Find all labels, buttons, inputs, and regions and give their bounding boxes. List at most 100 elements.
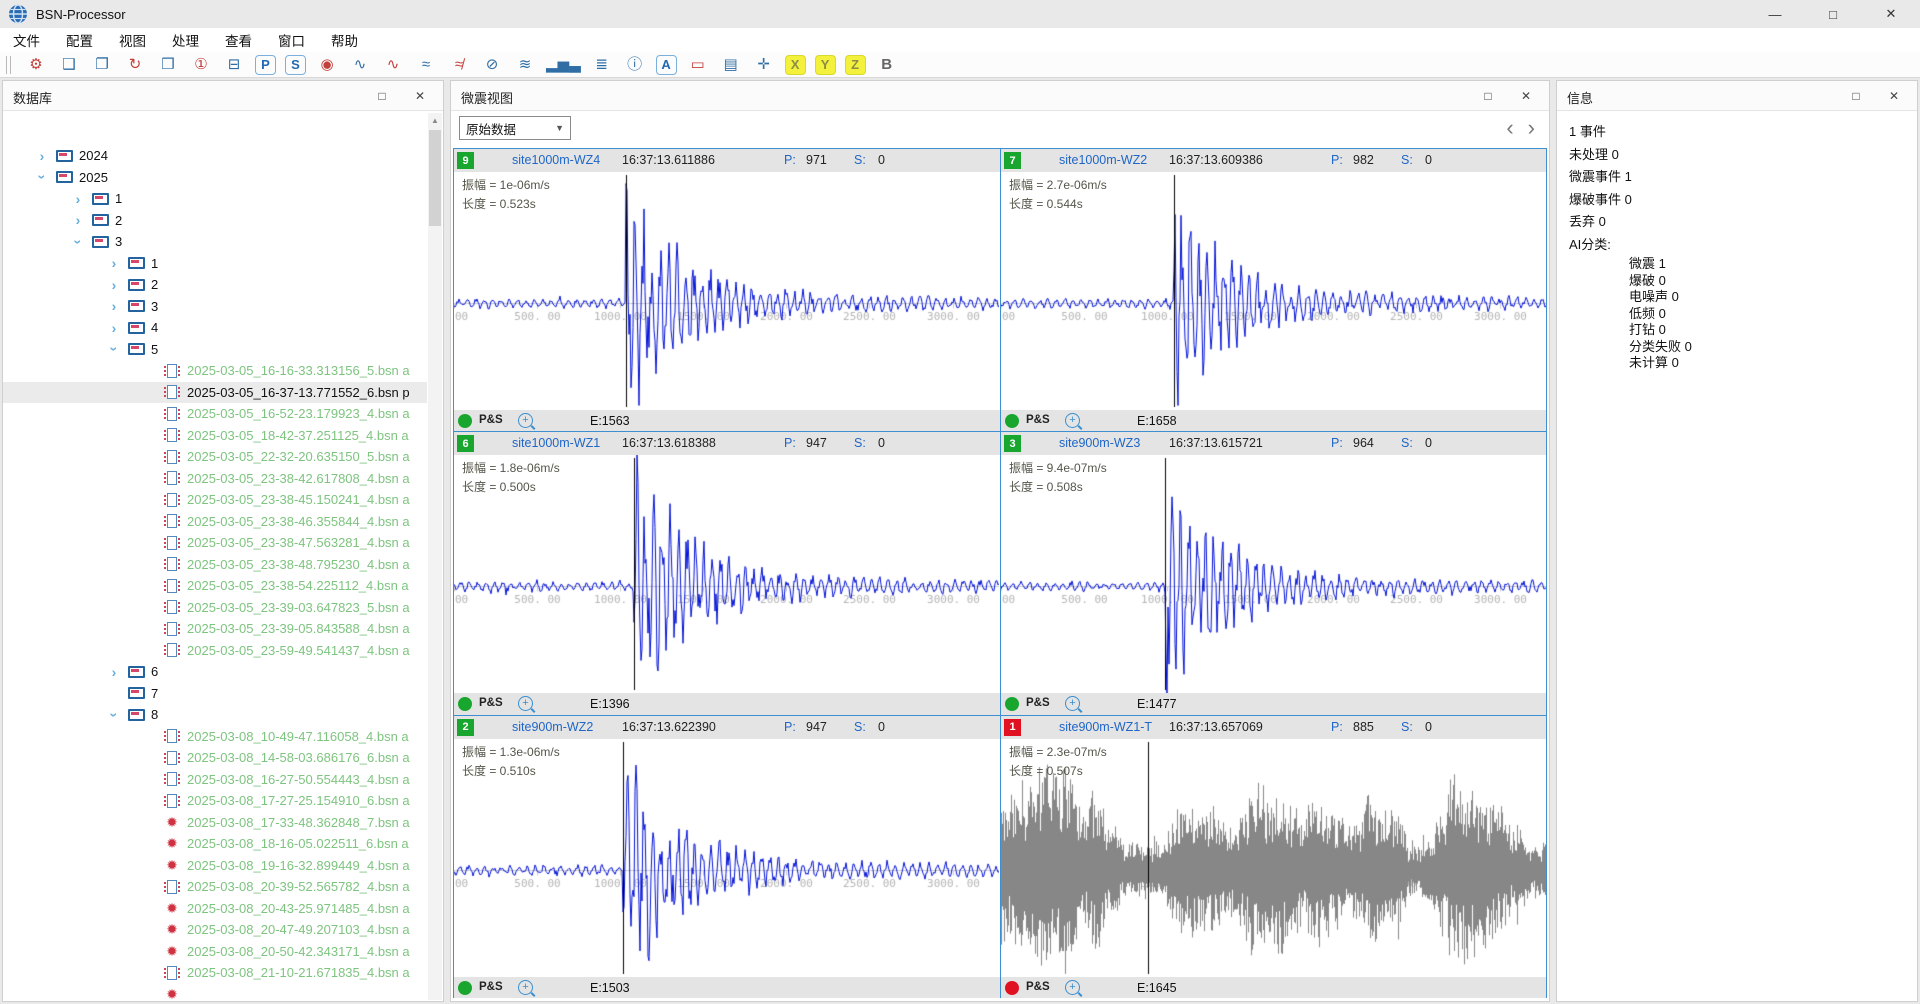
tree-folder-1[interactable]: ›1 [3, 188, 427, 210]
chevron-down-icon[interactable]: › [67, 234, 89, 250]
tree-file-row[interactable]: ✹2025-03-08_20-50-42.343171_4.bsn a [3, 941, 427, 963]
tree-file-row[interactable]: 2025-03-05_23-38-54.225112_4.bsn a [3, 575, 427, 597]
menu-item-3[interactable]: 处理 [159, 28, 212, 52]
info-panel-close-button[interactable]: ✕ [1875, 81, 1913, 111]
chevron-down-icon[interactable]: › [31, 169, 53, 185]
tree-file-row[interactable]: 2025-03-05_23-38-48.795230_4.bsn a [3, 554, 427, 576]
chevron-right-icon[interactable]: › [31, 148, 53, 164]
waveform-cell-header[interactable]: 9site1000m-WZ416:37:13.611886P:971S:0 [454, 149, 1000, 172]
waveform-cell-header[interactable]: 7site1000m-WZ216:37:13.609386P:982S:0 [1001, 149, 1546, 172]
tree-file-row[interactable]: 2025-03-08_21-10-21.671835_4.bsn a [3, 962, 427, 984]
tree-folder-7[interactable]: 7 [3, 683, 427, 705]
wave-band-icon[interactable]: ≈ [414, 54, 438, 76]
tree-file-row[interactable]: 2025-03-05_16-16-33.313156_5.bsn a [3, 360, 427, 382]
window-close-button[interactable]: ✕ [1862, 0, 1920, 28]
chevron-right-icon[interactable]: › [103, 320, 125, 336]
zoom-in-icon[interactable]: + [518, 696, 533, 711]
chevron-right-icon[interactable]: › [103, 277, 125, 293]
chevron-right-icon[interactable]: › [103, 664, 125, 680]
tree-folder-2[interactable]: ›2 [3, 274, 427, 296]
waveform-panel-maximize-button[interactable]: □ [1469, 81, 1507, 111]
axis-z-icon[interactable]: Z [845, 55, 866, 75]
waveform-cell-header[interactable]: 6site1000m-WZ116:37:13.618388P:947S:0 [454, 432, 1000, 455]
p-phase-icon[interactable]: P [255, 55, 276, 75]
tree-file-row[interactable]: 2025-03-08_17-27-25.154910_6.bsn a [3, 790, 427, 812]
annotate-a-icon[interactable]: A [656, 55, 677, 75]
menu-item-1[interactable]: 配置 [53, 28, 106, 52]
window-maximize-button[interactable]: □ [1804, 0, 1862, 28]
zoom-in-icon[interactable]: + [518, 413, 533, 428]
chevron-down-icon[interactable]: › [103, 341, 125, 357]
tree-file-row[interactable]: 2025-03-08_14-58-03.686176_6.bsn a [3, 747, 427, 769]
tree-file-row[interactable]: 2025-03-05_22-32-20.635150_5.bsn a [3, 446, 427, 468]
add-folder-icon[interactable]: ❑ [57, 54, 81, 76]
waveform-cell-header[interactable]: 2site900m-WZ216:37:13.622390P:947S:0 [454, 716, 1000, 739]
tree-file-row[interactable]: 2025-03-05_16-37-13.771552_6.bsn p [3, 382, 427, 404]
histogram-icon[interactable]: ▂▅▃ [546, 54, 581, 76]
save-icon[interactable]: ❒ [156, 54, 180, 76]
pick-p-wave-icon[interactable]: ∿ [348, 54, 372, 76]
tree-file-row[interactable]: 2025-03-05_23-59-49.541437_4.bsn a [3, 640, 427, 662]
tree-folder-5[interactable]: ›5 [3, 339, 427, 361]
spectrum-icon[interactable]: ≋ [513, 54, 537, 76]
tree-file-row[interactable]: 2025-03-05_23-38-46.355844_4.bsn a [3, 511, 427, 533]
open-folder-icon[interactable]: ❐ [90, 54, 114, 76]
tree-folder-3[interactable]: ›3 [3, 296, 427, 318]
window-minimize-button[interactable]: — [1746, 0, 1804, 28]
tree-file-row[interactable]: 2025-03-05_23-38-45.150241_4.bsn a [3, 489, 427, 511]
menu-item-2[interactable]: 视图 [106, 28, 159, 52]
chevron-down-icon[interactable]: › [103, 707, 125, 723]
tree-scrollbar[interactable]: ▲ [428, 113, 442, 1000]
tree-folder-4[interactable]: ›4 [3, 317, 427, 339]
tree-folder-2024[interactable]: ›2024 [3, 145, 427, 167]
tree-folder-2025[interactable]: ›2025 [3, 167, 427, 189]
menu-item-0[interactable]: 文件 [0, 28, 53, 52]
tree-file-row[interactable]: 2025-03-05_23-38-47.563281_4.bsn a [3, 532, 427, 554]
tree-folder-3[interactable]: ›3 [3, 231, 427, 253]
info-panel-maximize-button[interactable]: □ [1837, 81, 1875, 111]
scroll-up-icon[interactable]: ▲ [428, 113, 442, 128]
next-event-button[interactable]: › [1528, 113, 1535, 143]
tree-file-row[interactable]: ✹ [3, 984, 427, 1002]
menu-item-4[interactable]: 查看 [212, 28, 265, 52]
tree-folder-6[interactable]: ›6 [3, 661, 427, 683]
waveform-cell-header[interactable]: 3site900m-WZ316:37:13.615721P:964S:0 [1001, 432, 1546, 455]
prev-event-button[interactable]: ‹ [1506, 113, 1513, 143]
denoise-icon[interactable]: ≉ [447, 54, 471, 76]
tree-file-row[interactable]: ✹2025-03-08_18-16-05.022511_6.bsn a [3, 833, 427, 855]
info-icon[interactable]: ⓘ [623, 54, 647, 76]
tree-file-row[interactable]: 2025-03-05_23-39-05.843588_4.bsn a [3, 618, 427, 640]
chevron-right-icon[interactable]: › [103, 298, 125, 314]
axis-x-icon[interactable]: X [785, 55, 806, 75]
bold-b-icon[interactable]: B [875, 54, 899, 76]
tree-file-row[interactable]: ✹2025-03-08_20-47-49.207103_4.bsn a [3, 919, 427, 941]
menu-item-6[interactable]: 帮助 [318, 28, 371, 52]
select-rect-icon[interactable]: ▭ [686, 54, 710, 76]
tree-file-row[interactable]: ✹2025-03-08_19-16-32.899449_4.bsn a [3, 855, 427, 877]
tree-file-row[interactable]: 2025-03-08_16-27-50.554443_4.bsn a [3, 769, 427, 791]
menu-item-5[interactable]: 窗口 [265, 28, 318, 52]
tree-file-row[interactable]: ✹2025-03-08_20-43-25.971485_4.bsn a [3, 898, 427, 920]
chevron-right-icon[interactable]: › [103, 255, 125, 271]
pick-s-wave-icon[interactable]: ∿ [381, 54, 405, 76]
crosshair-icon[interactable]: ✛ [752, 54, 776, 76]
tree-file-row[interactable]: 2025-03-05_16-52-23.179923_4.bsn a [3, 403, 427, 425]
tree-file-row[interactable]: 2025-03-05_18-42-37.251125_4.bsn a [3, 425, 427, 447]
axis-y-icon[interactable]: Y [815, 55, 836, 75]
tree-folder-1[interactable]: ›1 [3, 253, 427, 275]
wave-filter-icon[interactable]: ⊘ [480, 54, 504, 76]
tree-file-row[interactable]: 2025-03-05_23-38-42.617808_4.bsn a [3, 468, 427, 490]
scrollbar-thumb[interactable] [429, 130, 441, 226]
waveform-panel-close-button[interactable]: ✕ [1507, 81, 1545, 111]
location-icon[interactable]: ◉ [315, 54, 339, 76]
tree-folder-2[interactable]: ›2 [3, 210, 427, 232]
chevron-right-icon[interactable]: › [67, 212, 89, 228]
power-icon[interactable]: ① [189, 54, 213, 76]
database-panel-close-button[interactable]: ✕ [401, 81, 439, 111]
database-icon[interactable]: ⊟ [222, 54, 246, 76]
zoom-in-icon[interactable]: + [1065, 696, 1080, 711]
settings-icon[interactable]: ⚙ [24, 54, 48, 76]
database-panel-maximize-button[interactable]: □ [363, 81, 401, 111]
tree-file-row[interactable]: 2025-03-05_23-39-03.647823_5.bsn a [3, 597, 427, 619]
tree-folder-8[interactable]: ›8 [3, 704, 427, 726]
